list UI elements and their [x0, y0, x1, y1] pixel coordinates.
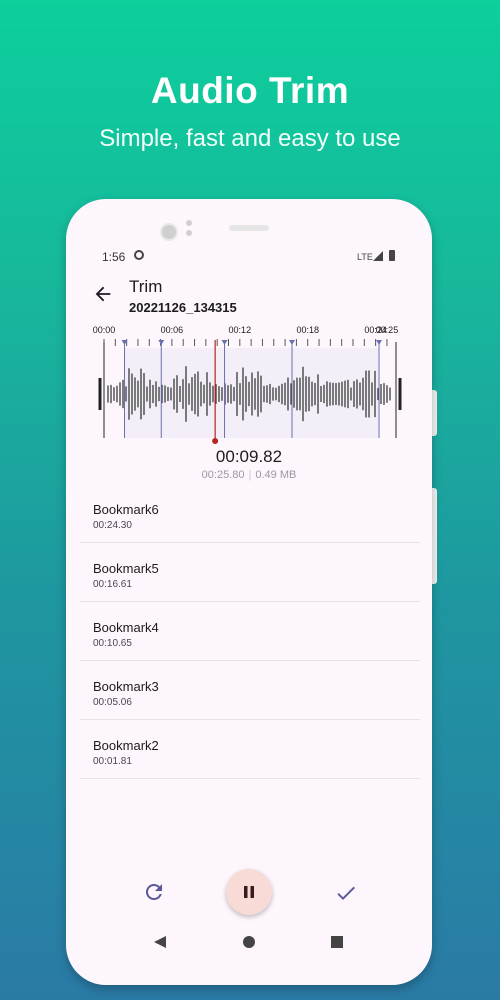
promo-subtitle: Simple, fast and easy to use [99, 125, 401, 152]
bookmark-item[interactable]: Bookmark3 00:05.06 [80, 661, 420, 720]
current-position: 00:09.82 [215, 447, 283, 466]
pause-button[interactable] [226, 869, 272, 915]
phone-power-button [432, 488, 437, 584]
bookmark-marker-head [376, 340, 383, 345]
total-duration: 00:25.80 [201, 469, 245, 481]
bookmark-list: Bookmark6 00:24.30 Bookmark5 00:16.61 Bo… [80, 484, 420, 779]
waveform-timeline[interactable]: 00:00 00:06 00:12 00:18 00:2400:25 [66, 322, 432, 446]
sensor-dot [186, 220, 192, 226]
tick-label: 00:00 [93, 325, 116, 335]
file-size: 0.49 MB [255, 469, 297, 481]
bookmark-item[interactable]: Bookmark4 00:10.65 [80, 602, 420, 661]
phone-volume-button [432, 390, 437, 436]
circle-home-icon[interactable] [243, 936, 255, 948]
promo-title: Audio Trim [150, 70, 350, 111]
bookmark-marker-head [221, 340, 228, 345]
network-label: LTE [357, 252, 373, 262]
bookmark-name: Bookmark2 [93, 738, 159, 753]
phone-frame: 1:56 LTE Trim 20221126_134315 00:00 00:06… [66, 199, 432, 985]
square-recents-icon[interactable] [331, 936, 343, 948]
bookmark-time: 00:24.30 [93, 520, 132, 531]
bookmark-name: Bookmark6 [93, 502, 159, 517]
back-arrow-icon[interactable] [92, 283, 114, 305]
battery-icon [389, 250, 395, 261]
bookmark-name: Bookmark4 [93, 620, 159, 635]
bookmark-item[interactable]: Bookmark6 00:24.30 [80, 484, 420, 543]
bookmark-time: 00:05.06 [93, 697, 132, 708]
tick-label: 00:18 [296, 325, 319, 335]
reset-icon[interactable] [142, 880, 166, 904]
bookmark-name: Bookmark3 [93, 679, 159, 694]
bookmark-marker-head [158, 340, 165, 345]
signal-icon [373, 251, 383, 261]
bookmark-marker-head [288, 340, 295, 345]
tick-label: 00:06 [161, 325, 184, 335]
bookmark-name: Bookmark5 [93, 561, 159, 576]
status-time: 1:56 [102, 250, 126, 264]
bookmark-time: 00:10.65 [93, 638, 132, 649]
bookmark-time: 00:16.61 [93, 579, 132, 590]
triangle-back-icon[interactable] [154, 936, 166, 948]
file-meta: 00:25.80 | 0.49 MB [66, 469, 432, 481]
meta-separator: | [248, 469, 252, 481]
playhead-knob [212, 438, 219, 444]
bookmark-item[interactable]: Bookmark5 00:16.61 [80, 543, 420, 602]
file-name: 20221126_134315 [129, 300, 237, 315]
earpiece-speaker [229, 225, 269, 231]
tick-label: 00:25 [376, 325, 399, 335]
bookmark-item[interactable]: Bookmark2 00:01.81 [80, 720, 420, 779]
sync-status-icon [134, 250, 144, 260]
sensor-dot [186, 230, 192, 236]
check-icon[interactable] [334, 881, 358, 905]
front-camera [160, 223, 178, 241]
bookmark-time: 00:01.81 [93, 756, 132, 767]
pause-icon [244, 886, 254, 898]
tick-label: 00:12 [229, 325, 252, 335]
page-title: Trim [129, 277, 163, 296]
